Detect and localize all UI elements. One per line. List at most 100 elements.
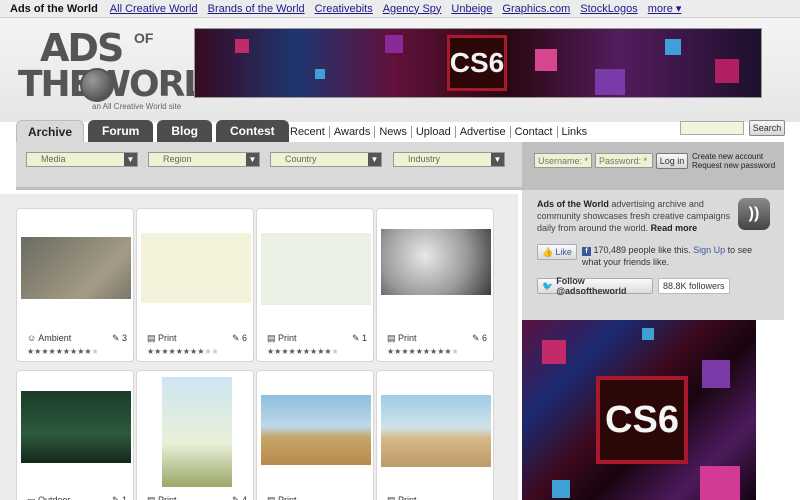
request-password-link[interactable]: Request new password (692, 161, 775, 170)
tab-blog[interactable]: Blog (157, 120, 213, 142)
logo-tagline: an All Creative World site (92, 102, 182, 111)
star-icon[interactable]: ★ (296, 347, 303, 356)
ad-media-label: Outdoor (38, 495, 71, 500)
ad-thumbnail[interactable] (21, 391, 131, 463)
star-icon[interactable]: ★ (401, 347, 408, 356)
ad-star-rating[interactable]: ★★★★★★★★★★ (387, 347, 459, 356)
network-link-unbeige[interactable]: Unbeige (451, 3, 492, 15)
industry-select[interactable]: Industry ▼ (393, 152, 505, 167)
ad-card[interactable]: ▤ Print✎ 4★★★★★★★★★★ (136, 370, 254, 500)
subnav-contact[interactable]: Contact (511, 126, 558, 138)
network-more-menu[interactable]: more ▾ (648, 2, 682, 15)
ad-star-rating[interactable]: ★★★★★★★★★★ (147, 347, 219, 356)
star-icon[interactable]: ★ (183, 347, 190, 356)
region-select[interactable]: Region ▼ (148, 152, 260, 167)
ad-comment-count[interactable]: ✎ 1 (112, 495, 127, 500)
network-link-agency-spy[interactable]: Agency Spy (383, 3, 442, 15)
network-link-graphics[interactable]: Graphics.com (502, 3, 570, 15)
login-button[interactable]: Log in (656, 153, 688, 169)
star-icon[interactable]: ★ (409, 347, 416, 356)
network-brand[interactable]: Ads of the World (10, 3, 98, 15)
star-icon[interactable]: ★ (41, 347, 48, 356)
tab-archive[interactable]: Archive (16, 120, 84, 142)
ad-thumbnail[interactable] (162, 377, 232, 487)
network-link-all-creative-world[interactable]: All Creative World (110, 3, 198, 15)
star-icon[interactable]: ★ (56, 347, 63, 356)
star-icon[interactable]: ★ (444, 347, 451, 356)
create-account-link[interactable]: Create new account (692, 152, 775, 161)
ad-card[interactable]: ▤ Print ✎ 1 ★★★★★★★★★★ (256, 208, 374, 362)
media-select[interactable]: Media ▼ (26, 152, 138, 167)
ad-block (542, 340, 566, 364)
ad-card[interactable]: ▤ Print★★★★★★★★★★ (376, 370, 494, 500)
facebook-count: 170,489 people like this. (593, 245, 691, 255)
ad-card[interactable]: ▤ Print★★★★★★★★★★ (256, 370, 374, 500)
star-icon[interactable]: ★ (161, 347, 168, 356)
ad-card[interactable]: ▭ Outdoor✎ 1★★★★★★★★★★ (16, 370, 134, 500)
ad-thumbnail[interactable] (21, 237, 131, 299)
print-icon: ▤ (387, 495, 399, 500)
password-field[interactable] (595, 153, 653, 168)
ad-comment-count[interactable]: ✎ 6 (232, 333, 247, 344)
read-more-link[interactable]: Read more (651, 223, 698, 233)
star-icon[interactable]: ★ (212, 347, 219, 356)
subnav-recent[interactable]: Recent (286, 126, 330, 138)
star-icon[interactable]: ★ (63, 347, 70, 356)
subnav-news[interactable]: News (375, 126, 412, 138)
header-banner-ad[interactable]: CS6 (194, 28, 762, 98)
star-icon[interactable]: ★ (324, 347, 331, 356)
subnav-upload[interactable]: Upload (412, 126, 456, 138)
star-icon[interactable]: ★ (169, 347, 176, 356)
ad-media-type: ▭ Outdoor (27, 495, 71, 500)
ad-thumbnail[interactable] (381, 395, 491, 467)
search-button[interactable]: Search (749, 120, 785, 136)
subnav-awards[interactable]: Awards (330, 126, 376, 138)
ad-star-rating[interactable]: ★★★★★★★★★★ (267, 347, 339, 356)
sidebar-ad[interactable]: CS6 (522, 320, 756, 500)
country-select[interactable]: Country ▼ (270, 152, 382, 167)
facebook-like-button[interactable]: 👍 Like (537, 244, 577, 260)
star-icon[interactable]: ★ (303, 347, 310, 356)
tab-forum[interactable]: Forum (88, 120, 154, 142)
network-link-stocklogos[interactable]: StockLogos (580, 3, 637, 15)
subnav-links[interactable]: Links (558, 126, 592, 138)
tab-contest[interactable]: Contest (216, 120, 289, 142)
ad-thumbnail[interactable] (261, 395, 371, 465)
star-icon[interactable]: ★ (452, 347, 459, 356)
star-icon[interactable]: ★ (92, 347, 99, 356)
facebook-signup-link[interactable]: Sign Up (693, 245, 725, 255)
username-field[interactable] (534, 153, 592, 168)
industry-select-label: Industry (408, 154, 441, 164)
ad-thumbnail[interactable] (381, 229, 491, 295)
star-icon[interactable]: ★ (176, 347, 183, 356)
rss-icon[interactable]: )) (738, 198, 770, 230)
ad-comment-count[interactable]: ✎ 6 (472, 333, 487, 344)
star-icon[interactable]: ★ (332, 347, 339, 356)
subnav-advertise[interactable]: Advertise (456, 126, 511, 138)
star-icon[interactable]: ★ (416, 347, 423, 356)
star-icon[interactable]: ★ (423, 347, 430, 356)
ad-star-rating[interactable]: ★★★★★★★★★★ (27, 347, 99, 356)
ad-card[interactable]: ▤ Print ✎ 6 ★★★★★★★★★★ (376, 208, 494, 362)
search-input[interactable] (680, 121, 744, 135)
facebook-icon: f (582, 247, 591, 256)
network-link-creativebits[interactable]: Creativebits (315, 3, 373, 15)
ad-comment-count[interactable]: ✎ 1 (352, 333, 367, 344)
ad-thumbnail[interactable] (141, 233, 251, 303)
ad-comment-count[interactable]: ✎ 4 (232, 495, 247, 500)
star-icon[interactable]: ★ (289, 347, 296, 356)
star-icon[interactable]: ★ (204, 347, 211, 356)
sidebar-info: Ads of the World advertising archive and… (522, 190, 784, 320)
star-icon[interactable]: ★ (49, 347, 56, 356)
twitter-follow-button[interactable]: 🐦 Follow @adsoftheworld (537, 276, 653, 296)
site-logo[interactable]: ADS OF THEWORLD an All Creative World si… (18, 26, 234, 114)
star-icon[interactable]: ★ (84, 347, 91, 356)
ad-card[interactable]: ▤ Print ✎ 6 ★★★★★★★★★★ (136, 208, 254, 362)
star-icon[interactable]: ★ (281, 347, 288, 356)
ad-thumbnail[interactable] (261, 233, 371, 305)
like-label: Like (555, 247, 572, 257)
ad-comment-count[interactable]: ✎ 3 (112, 333, 127, 344)
network-link-brands-of-the-world[interactable]: Brands of the World (208, 3, 305, 15)
ad-card[interactable]: ☺ Ambient ✎ 3 ★★★★★★★★★★ (16, 208, 134, 362)
ad-media-type: ▤ Print (387, 495, 417, 500)
